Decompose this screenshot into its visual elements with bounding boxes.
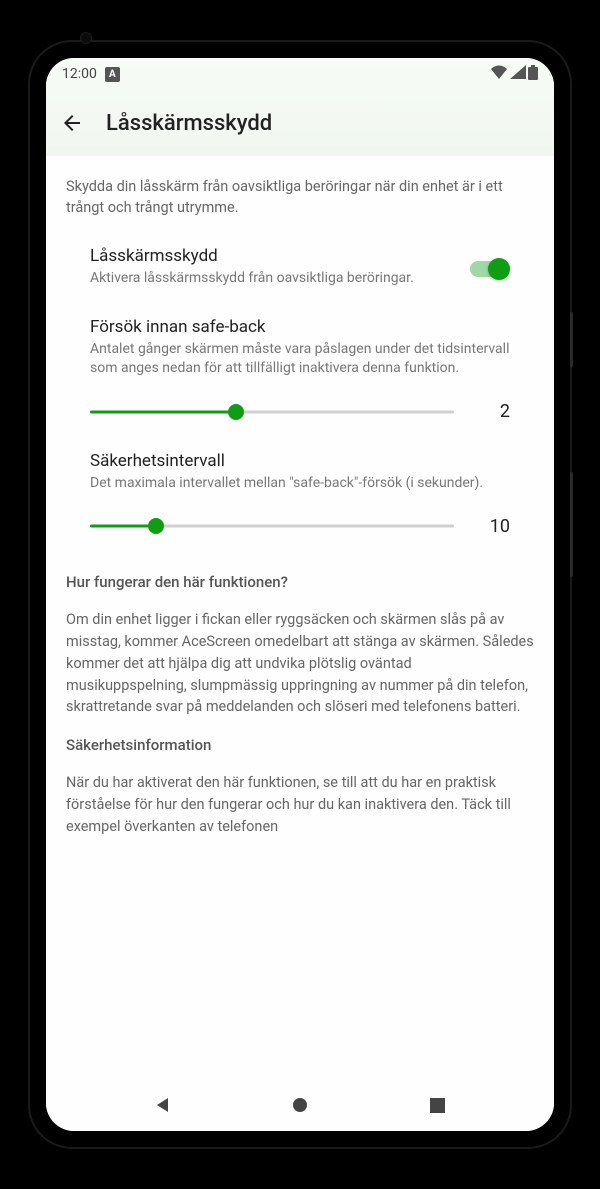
intro-text: Skydda din låsskärm från oavsiktliga ber… <box>66 176 534 218</box>
signal-icon <box>510 65 526 83</box>
nav-home-button[interactable] <box>288 1093 312 1117</box>
page-title: Låsskärmsskydd <box>106 111 272 136</box>
setting-interval-title: Säkerhetsintervall <box>90 451 510 471</box>
setting-interval: Säkerhetsintervall Det maximala interval… <box>66 451 534 538</box>
interval-slider[interactable] <box>90 515 454 537</box>
screen: 12:00 A Låsskärmsskydd <box>46 58 554 1131</box>
nav-bar <box>46 1079 554 1131</box>
attempts-slider[interactable] <box>90 401 454 423</box>
nav-recent-button[interactable] <box>425 1093 449 1117</box>
info-para-how: Om din enhet ligger i fickan eller ryggs… <box>66 609 534 718</box>
wifi-icon <box>490 65 508 83</box>
status-time: 12:00 <box>62 66 97 82</box>
nav-back-button[interactable] <box>151 1093 175 1117</box>
side-button-2 <box>570 472 573 577</box>
info-para-safety: När du har aktiverat den här funktionen,… <box>66 772 534 837</box>
back-button[interactable] <box>60 111 84 135</box>
lang-indicator-icon: A <box>105 67 120 82</box>
content-scroll[interactable]: Skydda din låsskärm från oavsiktliga ber… <box>46 156 554 1079</box>
attempts-value: 2 <box>482 401 510 422</box>
phone-frame: 12:00 A Låsskärmsskydd <box>30 42 570 1147</box>
info-heading-safety: Säkerhetsinformation <box>66 736 534 754</box>
setting-interval-desc: Det maximala intervallet mellan "safe-ba… <box>90 474 510 494</box>
setting-attempts-title: Försök innan safe-back <box>90 317 510 337</box>
guard-toggle[interactable] <box>470 258 510 280</box>
front-camera <box>80 32 92 44</box>
interval-value: 10 <box>482 516 510 537</box>
side-button-1 <box>570 312 573 367</box>
info-heading-how: Hur fungerar den här funktionen? <box>66 573 534 591</box>
status-bar: 12:00 A <box>46 58 554 90</box>
setting-guard-desc: Aktivera låsskärmsskydd från oavsiktliga… <box>90 269 454 289</box>
setting-guard-title: Låsskärmsskydd <box>90 246 454 266</box>
info-section: Hur fungerar den här funktionen? Om din … <box>66 565 534 837</box>
setting-guard: Låsskärmsskydd Aktivera låsskärmsskydd f… <box>66 246 534 289</box>
app-bar: Låsskärmsskydd <box>46 90 554 156</box>
setting-attempts-desc: Antalet gånger skärmen måste vara påslag… <box>90 340 510 379</box>
setting-attempts: Försök innan safe-back Antalet gånger sk… <box>66 317 534 423</box>
battery-icon <box>528 65 538 84</box>
